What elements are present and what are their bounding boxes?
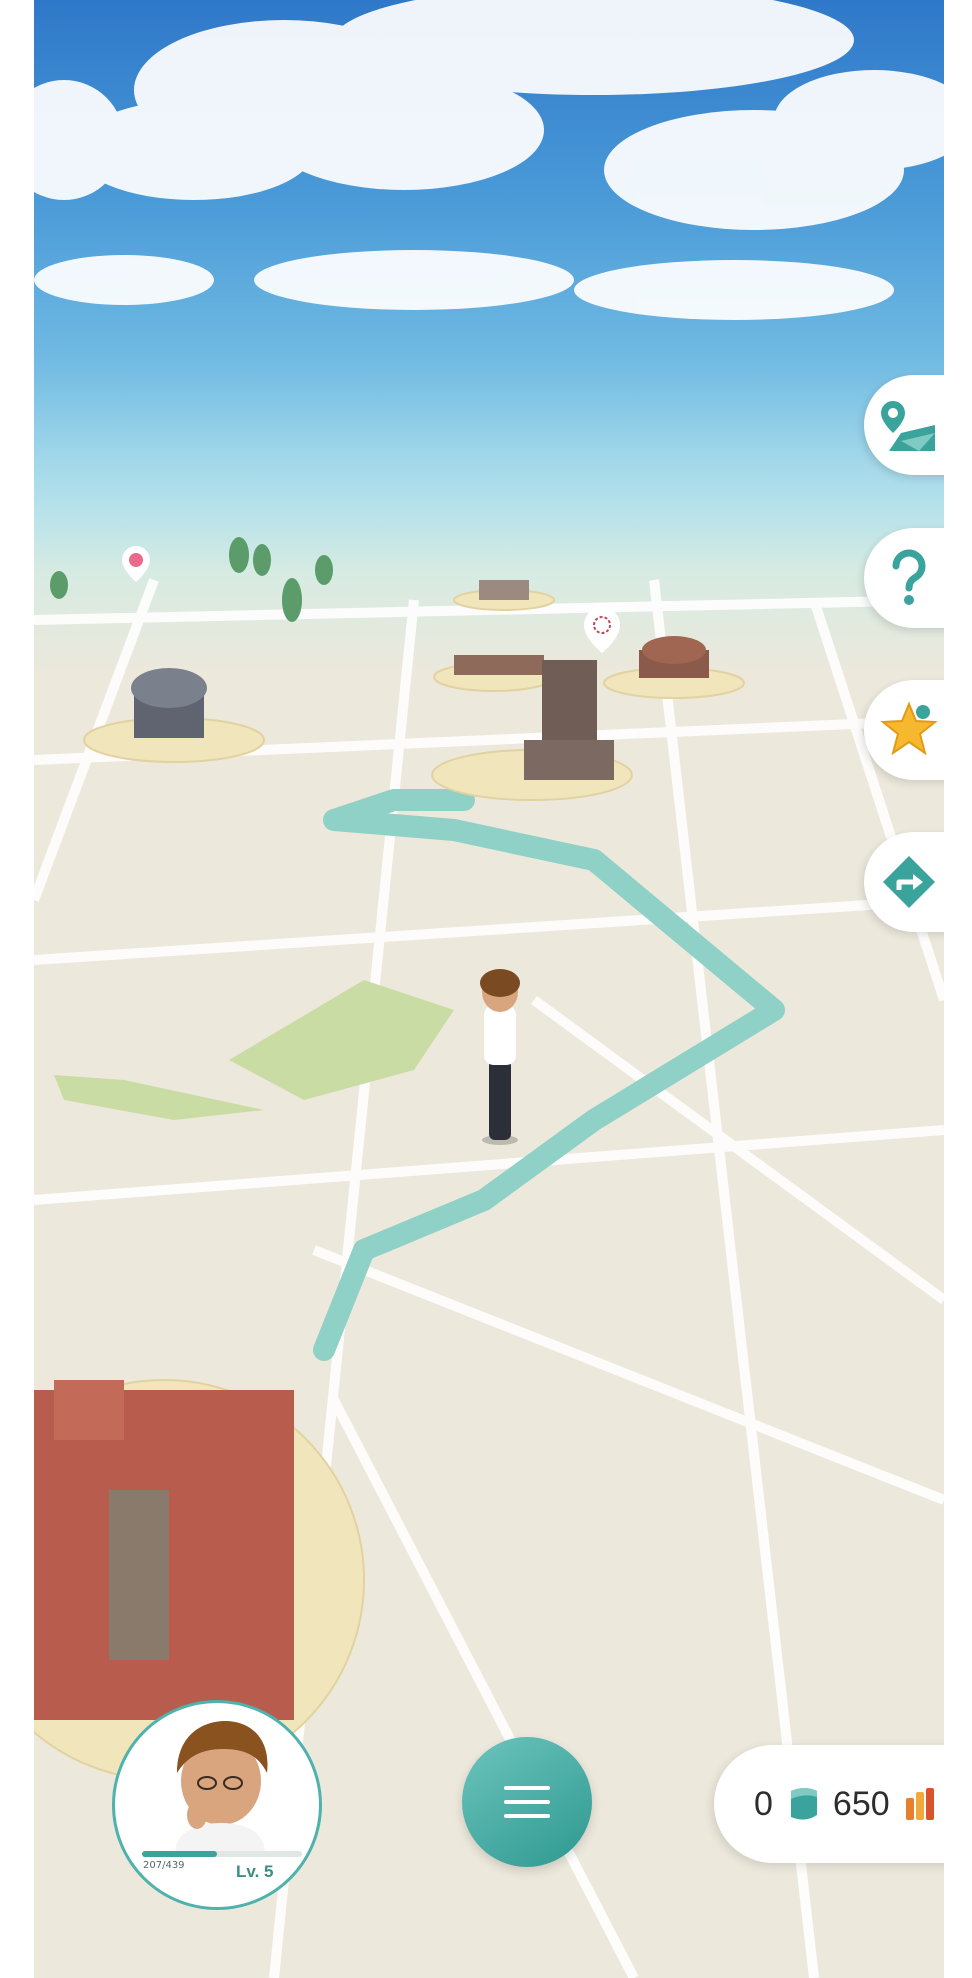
player-avatar[interactable] <box>480 969 520 1145</box>
ticket-icon <box>790 1788 817 1820</box>
park-area-2 <box>54 1075 264 1120</box>
coin-count: 650 <box>832 1784 890 1823</box>
star-icon <box>880 701 938 756</box>
profile-button[interactable]: 207/439 Lv. 5 <box>112 1700 322 1910</box>
coins-icon <box>905 1788 934 1820</box>
xp-text: 207/439 <box>143 1860 185 1871</box>
park-area <box>229 980 454 1100</box>
map-scene <box>34 0 944 1978</box>
menu-button[interactable] <box>462 1737 592 1867</box>
xp-progress-fill <box>142 1851 218 1857</box>
route-direction-icon <box>883 856 935 908</box>
trees <box>50 537 333 622</box>
hamburger-menu-icon <box>504 1786 550 1818</box>
level-label: Lv. 5 <box>236 1862 274 1881</box>
clouds <box>34 0 944 320</box>
xp-progress-bar <box>142 1851 302 1857</box>
currency-display[interactable]: 0 650 <box>714 1745 944 1863</box>
ticket-count: 0 <box>754 1784 773 1823</box>
player-portrait <box>175 1721 268 1853</box>
game-viewport[interactable]: 207/439 Lv. 5 0 650 <box>34 0 944 1978</box>
map-location-icon <box>881 401 935 451</box>
help-question-icon <box>892 549 926 605</box>
